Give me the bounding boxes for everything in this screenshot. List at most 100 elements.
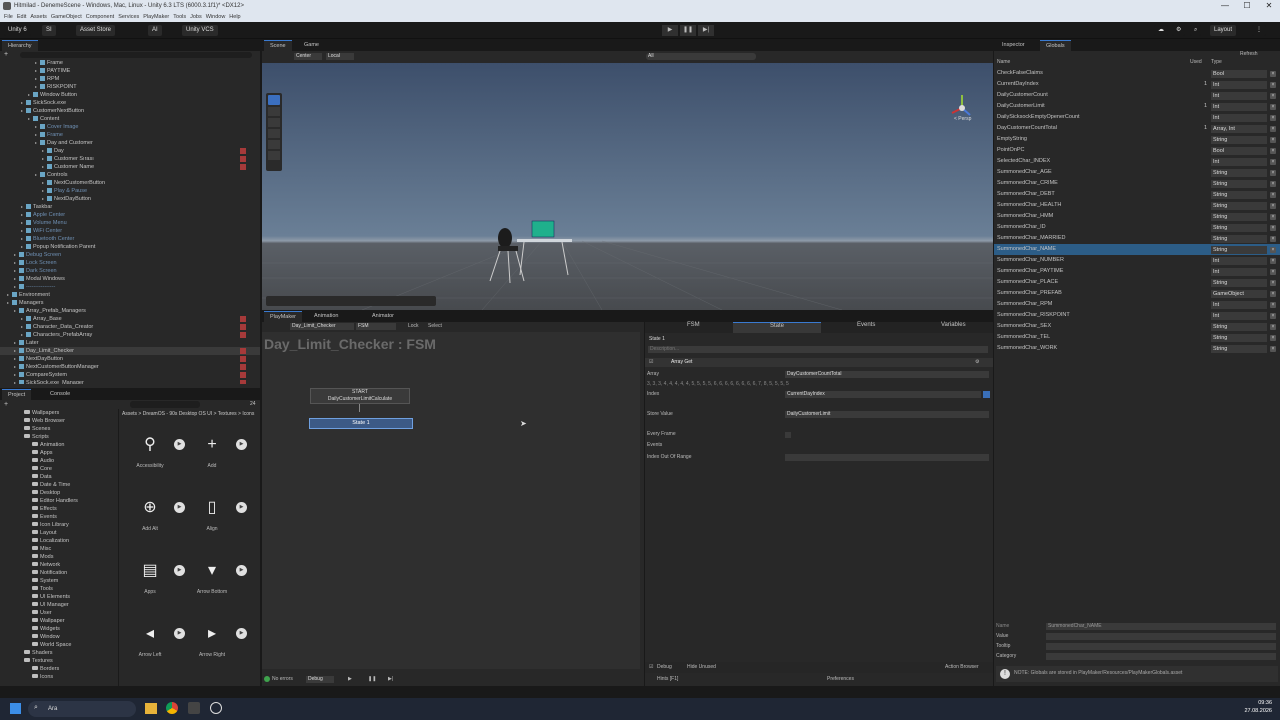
- detail-category-field[interactable]: [1046, 653, 1276, 660]
- hierarchy-item[interactable]: ▸ Modal Windows: [0, 275, 260, 283]
- folder-item[interactable]: Scripts: [0, 433, 118, 441]
- persp-label[interactable]: < Persp: [954, 116, 971, 122]
- global-variable-row[interactable]: SummonedChar_WORK String ×: [994, 343, 1280, 354]
- tab-hierarchy[interactable]: Hierarchy: [2, 40, 38, 51]
- taskbar-time[interactable]: 09:36: [1238, 700, 1272, 706]
- delete-icon[interactable]: ×: [1270, 290, 1276, 297]
- pause-debug-icon[interactable]: ❚❚: [368, 676, 376, 683]
- tab-state[interactable]: State: [733, 322, 821, 333]
- action-check-icon[interactable]: ☑: [649, 359, 653, 366]
- hierarchy-item[interactable]: ▸ Bluetooth Center: [0, 235, 260, 243]
- hierarchy-item[interactable]: ▸ NextDayButton: [0, 195, 260, 203]
- hierarchy-item[interactable]: ▸ Managers: [0, 299, 260, 307]
- action-browser-button[interactable]: Action Browser: [945, 664, 979, 671]
- folder-item[interactable]: Layout: [0, 529, 118, 537]
- hierarchy-item[interactable]: ▸ Characters_PrefabArray: [0, 331, 260, 339]
- action-header[interactable]: ☑ Array Get ⚙: [645, 358, 993, 367]
- state-node[interactable]: State 1: [309, 418, 413, 429]
- delete-icon[interactable]: ×: [1270, 323, 1276, 330]
- variable-toggle-icon[interactable]: [983, 391, 990, 398]
- global-type-dropdown[interactable]: Int: [1211, 311, 1267, 320]
- global-type-dropdown[interactable]: String: [1211, 333, 1267, 342]
- folder-item[interactable]: Network: [0, 561, 118, 569]
- index-field[interactable]: CurrentDayIndex: [785, 391, 981, 398]
- delete-icon[interactable]: ×: [1270, 147, 1276, 154]
- space-dropdown[interactable]: Local: [326, 53, 354, 60]
- transform-tool-icon[interactable]: [268, 151, 280, 160]
- preview-play-icon[interactable]: ▶: [236, 439, 247, 450]
- folder-item[interactable]: Animation: [0, 441, 118, 449]
- global-type-dropdown[interactable]: String: [1211, 278, 1267, 287]
- preview-play-icon[interactable]: ▶: [174, 502, 185, 513]
- hierarchy-item[interactable]: ▸ Customer Name: [0, 163, 260, 171]
- global-variable-row[interactable]: SummonedChar_DEBT String ×: [994, 189, 1280, 200]
- preview-play-icon[interactable]: ▶: [236, 502, 247, 513]
- refresh-button[interactable]: Refresh: [1240, 51, 1258, 58]
- fsm-owner-select[interactable]: Day_Limit_Checker: [290, 323, 354, 330]
- hierarchy-item[interactable]: ▸ Apple Center: [0, 211, 260, 219]
- debug-dropdown[interactable]: Debug: [306, 676, 334, 683]
- global-type-dropdown[interactable]: String: [1211, 179, 1267, 188]
- global-type-dropdown[interactable]: String: [1211, 245, 1267, 254]
- hierarchy-item[interactable]: ▸ Day: [0, 147, 260, 155]
- tab-animation[interactable]: Animation: [308, 311, 344, 322]
- store-value-field[interactable]: DailyCustomerLimit: [785, 411, 989, 418]
- pause-button[interactable]: ❚❚: [680, 25, 696, 36]
- asset-tile[interactable]: ⊕ ▶ Add Alt: [130, 494, 185, 544]
- taskbar-date[interactable]: 27.08.2026: [1230, 708, 1272, 714]
- menu-help[interactable]: Help: [229, 14, 240, 20]
- folder-item[interactable]: Core: [0, 465, 118, 473]
- global-type-dropdown[interactable]: String: [1211, 234, 1267, 243]
- hierarchy-item[interactable]: ▸ RISKPOINT: [0, 83, 260, 91]
- folder-item[interactable]: Mods: [0, 553, 118, 561]
- move-tool-icon[interactable]: [268, 107, 280, 116]
- tab-variables[interactable]: Variables: [935, 322, 972, 333]
- folder-item[interactable]: System: [0, 577, 118, 585]
- tab-fsm[interactable]: FSM: [681, 322, 706, 333]
- hierarchy-item[interactable]: ▸ SickSock.exe: [0, 99, 260, 107]
- menu-tools[interactable]: Tools: [173, 14, 186, 20]
- hierarchy-item[interactable]: ▸ NextCustomerButton: [0, 179, 260, 187]
- tab-animator[interactable]: Animator: [366, 311, 400, 322]
- global-variable-row[interactable]: CurrentDayIndex 1 Int ×: [994, 79, 1280, 90]
- preview-play-icon[interactable]: ▶: [174, 439, 185, 450]
- delete-icon[interactable]: ×: [1270, 180, 1276, 187]
- global-variable-row[interactable]: DailyCustomerCount Int ×: [994, 90, 1280, 101]
- hierarchy-item[interactable]: ▸ Taskbar: [0, 203, 260, 211]
- delete-icon[interactable]: ×: [1270, 136, 1276, 143]
- asset-tile[interactable]: ▤ ▶ Apps: [130, 557, 185, 607]
- global-type-dropdown[interactable]: String: [1211, 344, 1267, 353]
- delete-icon[interactable]: ×: [1270, 345, 1276, 352]
- rect-tool-icon[interactable]: [268, 140, 280, 149]
- cloud-icon[interactable]: ☁: [1154, 25, 1168, 36]
- folder-item[interactable]: Misc: [0, 545, 118, 553]
- folder-item[interactable]: Borders: [0, 665, 118, 673]
- hierarchy-item[interactable]: ▸ Day and Customer: [0, 139, 260, 147]
- global-type-dropdown[interactable]: Int: [1211, 91, 1267, 100]
- folder-item[interactable]: Effects: [0, 505, 118, 513]
- asset-tile[interactable]: ▯ ▶ Align: [192, 494, 247, 544]
- folder-item[interactable]: Icons: [0, 673, 118, 681]
- hierarchy-item[interactable]: ▸ NextCustomerButtonManager: [0, 363, 260, 371]
- global-type-dropdown[interactable]: GameObject: [1211, 289, 1267, 298]
- asset-tile[interactable]: ▾ ▶ Arrow Bottom: [192, 557, 247, 607]
- menu-edit[interactable]: Edit: [17, 14, 26, 20]
- hierarchy-item[interactable]: ▸ Window Button: [0, 91, 260, 99]
- global-type-dropdown[interactable]: String: [1211, 201, 1267, 210]
- global-type-dropdown[interactable]: Int: [1211, 157, 1267, 166]
- maximize-button[interactable]: ☐: [1236, 0, 1258, 12]
- fsm-select[interactable]: FSM: [356, 323, 396, 330]
- delete-icon[interactable]: ×: [1270, 213, 1276, 220]
- hierarchy-item[interactable]: ▸ SickSock.exe_Manager: [0, 379, 260, 384]
- global-type-dropdown[interactable]: Bool: [1211, 146, 1267, 155]
- asset-store-button[interactable]: Asset Store: [76, 25, 116, 36]
- menu-gameobject[interactable]: GameObject: [51, 14, 82, 20]
- delete-icon[interactable]: ×: [1270, 125, 1276, 132]
- global-type-dropdown[interactable]: Int: [1211, 102, 1267, 111]
- global-variable-row[interactable]: SummonedChar_NAME String ×: [994, 244, 1280, 255]
- global-variable-row[interactable]: PointOnPC Bool ×: [994, 145, 1280, 156]
- menu-jobs[interactable]: Jobs: [190, 14, 202, 20]
- folder-item[interactable]: Wallpaper: [0, 617, 118, 625]
- windows-start-icon[interactable]: [10, 703, 21, 714]
- hand-tool-icon[interactable]: [268, 95, 280, 105]
